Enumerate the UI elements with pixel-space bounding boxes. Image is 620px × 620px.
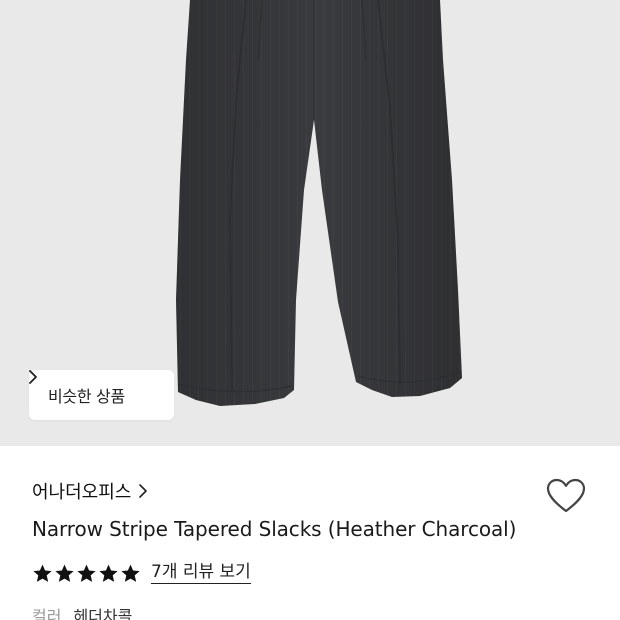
review-link[interactable]: 7개 리뷰 보기: [151, 562, 251, 584]
similar-products-label: 비슷한 상품: [48, 387, 125, 406]
rating-row: 7개 리뷰 보기: [32, 560, 251, 586]
star-filled-icon: [77, 564, 96, 582]
color-row: 컬러 헤더차콜: [32, 604, 132, 620]
color-label: 컬러: [32, 607, 62, 620]
product-image[interactable]: 비슷한 상품: [0, 0, 620, 446]
color-value: 헤더차콜: [73, 607, 133, 620]
product-title: Narrow Stripe Tapered Slacks (Heather Ch…: [32, 517, 517, 541]
star-rating: [32, 563, 141, 584]
similar-products-button[interactable]: 비슷한 상품: [29, 370, 174, 420]
brand-name: 어나더오피스: [32, 482, 132, 503]
heart-outline-icon[interactable]: [546, 478, 586, 514]
product-info: 어나더오피스 Narrow Stripe Tapered Slacks (Hea…: [0, 446, 620, 620]
chevron-right-icon: [139, 484, 148, 498]
star-filled-icon: [33, 564, 52, 582]
star-filled-icon: [99, 564, 118, 582]
star-filled-icon: [121, 564, 140, 582]
star-filled-icon: [55, 564, 74, 582]
brand-link[interactable]: 어나더오피스: [32, 478, 148, 504]
